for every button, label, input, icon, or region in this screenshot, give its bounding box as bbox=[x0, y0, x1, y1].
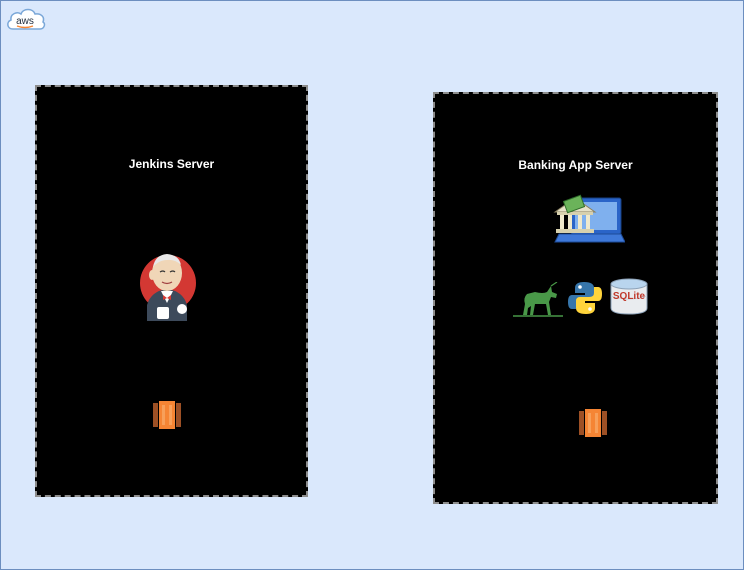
gunicorn-icon bbox=[513, 281, 563, 318]
sqlite-icon: SQLite bbox=[609, 278, 649, 316]
jenkins-server-box: Jenkins Server bbox=[35, 85, 308, 497]
jenkins-server-title: Jenkins Server bbox=[128, 157, 215, 171]
banking-app-icon bbox=[551, 194, 626, 248]
banking-app-server-title: Banking App Server bbox=[518, 158, 633, 172]
diagram-canvas: aws Jenkins Server Banking App Server SQ… bbox=[0, 0, 744, 570]
aws-cloud-icon: aws bbox=[5, 5, 47, 32]
sqlite-label: SQLite bbox=[612, 291, 646, 302]
banking-app-server-box: Banking App Server SQLite bbox=[433, 92, 718, 504]
ec2-instance-icon bbox=[579, 407, 607, 439]
python-icon bbox=[567, 280, 603, 316]
aws-logo-text: aws bbox=[16, 16, 34, 27]
ec2-instance-icon bbox=[153, 399, 181, 431]
jenkins-icon bbox=[135, 247, 199, 323]
